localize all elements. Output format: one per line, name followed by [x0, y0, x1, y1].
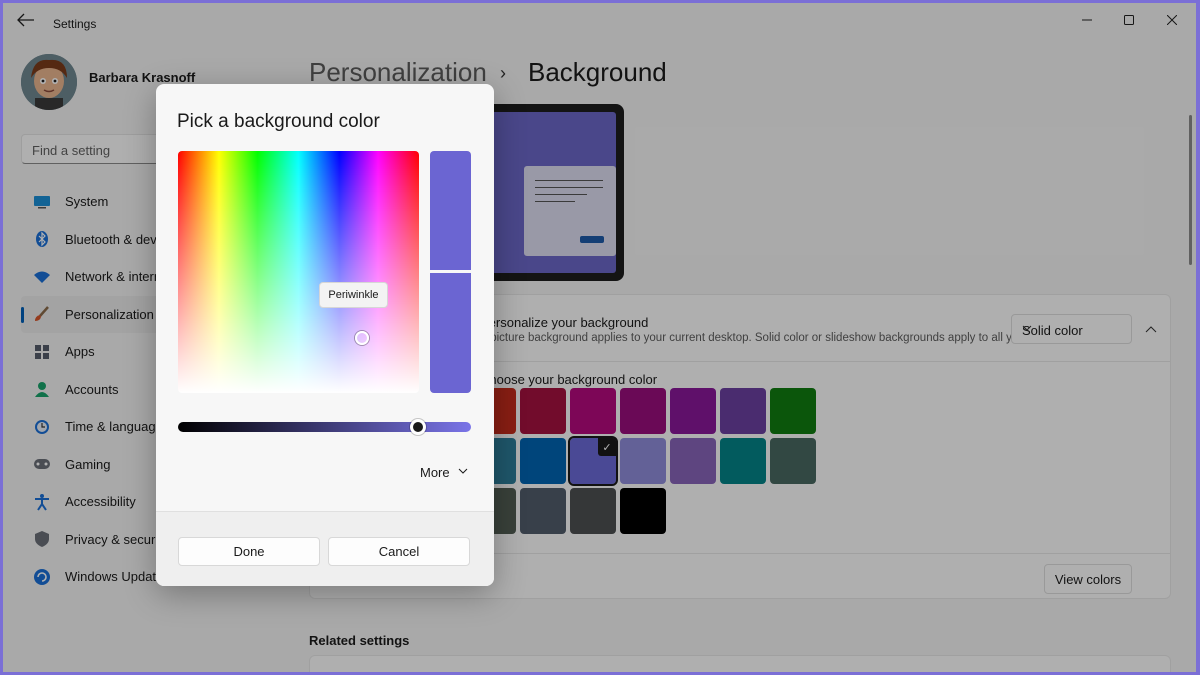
value-slider[interactable]	[178, 422, 471, 432]
color-cursor[interactable]	[355, 331, 369, 345]
color-picker-dialog: Pick a background color Periwinkle More …	[156, 84, 494, 586]
value-slider-thumb[interactable]	[410, 419, 427, 435]
cancel-button[interactable]: Cancel	[328, 537, 470, 566]
more-button[interactable]: More	[420, 465, 450, 480]
done-button[interactable]: Done	[178, 537, 320, 566]
dialog-footer: Done Cancel	[156, 511, 494, 586]
preview-divider	[430, 270, 471, 273]
color-name-tooltip: Periwinkle	[319, 282, 388, 308]
dialog-title: Pick a background color	[177, 111, 380, 132]
color-spectrum[interactable]: Periwinkle	[178, 151, 419, 393]
chevron-down-icon[interactable]	[458, 466, 468, 477]
settings-window: Settings Barbara Krasnoff Find a setting	[3, 3, 1196, 672]
